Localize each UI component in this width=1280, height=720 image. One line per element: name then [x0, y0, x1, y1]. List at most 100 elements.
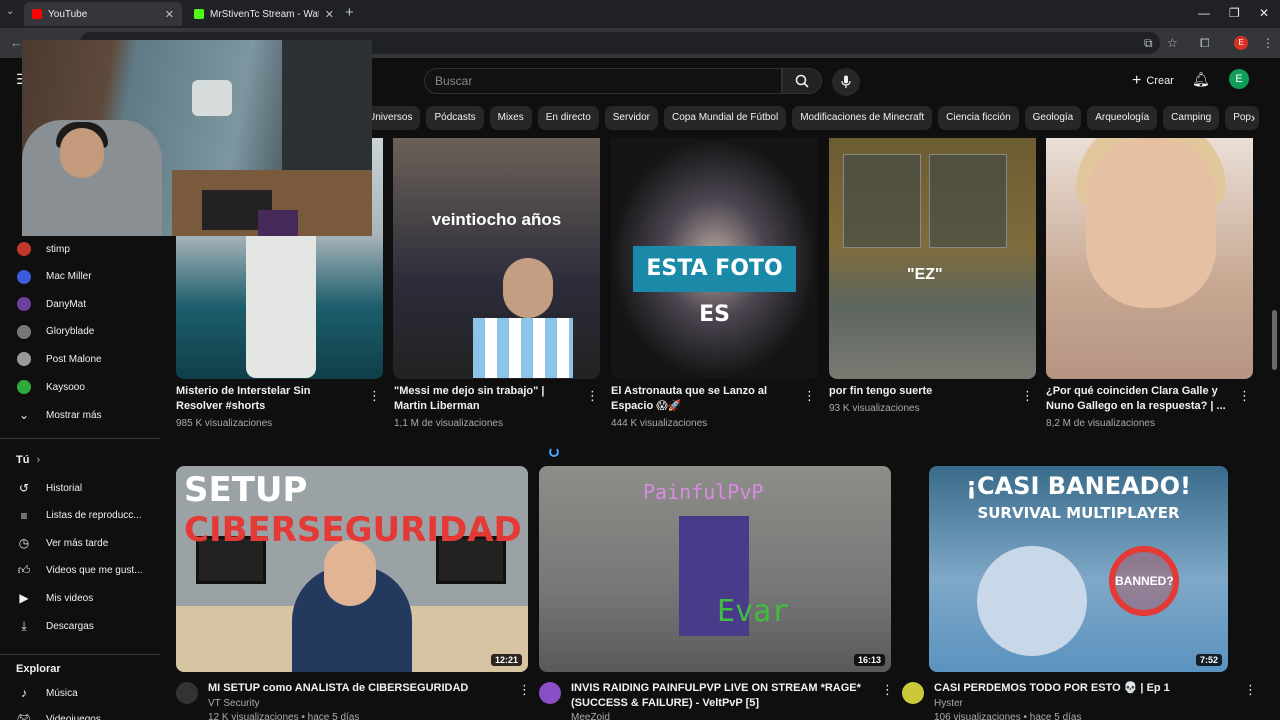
account-avatar[interactable]: E [1229, 69, 1249, 89]
create-button[interactable]: + Crear [1126, 69, 1180, 93]
restore-icon[interactable]: ❐ [1229, 6, 1240, 20]
short-title[interactable]: por fin tengo suerte [829, 384, 1009, 399]
close-tab-icon[interactable]: ✕ [325, 8, 334, 21]
duration-badge: 16:13 [853, 654, 885, 666]
short-thumbnail-3[interactable]: ESTA FOTO ES [611, 138, 818, 379]
create-label: Crear [1146, 75, 1174, 87]
sidebar-explore-heading: Explorar [16, 663, 61, 675]
new-tab-icon[interactable]: + [345, 4, 354, 21]
sidebar-item-label: Mis videos [46, 592, 94, 604]
chip-3[interactable]: En directo [537, 106, 599, 130]
video-thumbnail-2[interactable]: PainfulPvP Evar 16:13 [539, 466, 891, 672]
video-meta: 12 K visualizaciones • hace 5 días [208, 712, 360, 720]
sidebar-item-like[interactable]: 👍︎ Videos que me gust... [0, 558, 160, 584]
video-title[interactable]: INVIS RAIDING PAINFULPVP LIVE ON STREAM … [571, 681, 861, 711]
search-input[interactable]: Buscar [424, 68, 782, 94]
sidebar-item-label: Listas de reproducc... [46, 510, 142, 522]
more-options-icon[interactable]: ⋮ [1244, 682, 1257, 698]
chip-5[interactable]: Copa Mundial de Fútbol [664, 106, 787, 130]
short-thumbnail-5[interactable] [1046, 138, 1253, 379]
sidebar-item-gaming[interactable]: 🎮︎ Videojuegos [0, 706, 160, 720]
sidebar-item-history[interactable]: ↺ Historial [0, 475, 160, 501]
history-icon: ↺ [18, 481, 30, 495]
more-options-icon[interactable]: ⋮ [1021, 388, 1034, 404]
short-title[interactable]: ¿Por qué coinciden Clara Galle y Nuno Ga… [1046, 384, 1226, 414]
chip-2[interactable]: Mixes [489, 106, 532, 130]
channel-avatar [16, 379, 32, 395]
short-title[interactable]: El Astronauta que se Lanzo al Espacio 😱🚀 [611, 384, 791, 414]
short-title[interactable]: "Messi me dejo sin trabajo" | Martin Lib… [394, 384, 574, 414]
sidebar-item-watch-later[interactable]: ◷ Ver más tarde [0, 530, 160, 556]
thumbnail-title-text: SETUP CIBERSEGURIDAD [184, 470, 528, 550]
browser-menu-icon[interactable]: ⋮ [1262, 36, 1274, 50]
sidebar-subscription[interactable]: stimp [0, 236, 160, 262]
duration-badge: 7:52 [1195, 654, 1222, 666]
youtube-favicon-icon [32, 9, 42, 19]
sidebar-item-download[interactable]: ⤓ Descargas [0, 613, 160, 639]
sidebar-subscription[interactable]: Gloryblade [0, 319, 160, 345]
chip-4[interactable]: Servidor [604, 106, 659, 130]
chip-1[interactable]: Pódcasts [426, 106, 484, 130]
chip-9[interactable]: Arqueología [1087, 106, 1158, 130]
channel-name[interactable]: VT Security [208, 697, 260, 711]
webcam-bag [192, 80, 232, 116]
bookmark-star-icon[interactable]: ☆ [1167, 36, 1178, 50]
notifications-bell-icon[interactable]: 🔔︎ [1192, 71, 1210, 88]
channel-avatar[interactable] [902, 682, 924, 704]
sidebar-item-my-videos[interactable]: ▶ Mis videos [0, 585, 160, 611]
cast-icon[interactable]: ⧉ [1144, 36, 1153, 51]
more-options-icon[interactable]: ⋮ [881, 682, 894, 698]
short-thumbnail-4[interactable]: "EZ" [829, 138, 1036, 379]
video-thumbnail-1[interactable]: SETUP CIBERSEGURIDAD 12:21 [176, 466, 528, 672]
more-options-icon[interactable]: ⋮ [803, 388, 816, 404]
chip-6[interactable]: Modificaciones de Minecraft [792, 106, 933, 130]
search-button[interactable] [782, 68, 822, 94]
browser-profile-avatar[interactable]: E [1234, 36, 1248, 50]
tab-youtube[interactable]: YouTube ✕ [24, 2, 182, 26]
channel-avatar [16, 351, 32, 367]
channel-name[interactable]: Hyster [934, 697, 963, 711]
channel-avatar-dot [17, 242, 31, 256]
chip-8[interactable]: Geología [1024, 106, 1082, 130]
sidebar-subscription[interactable]: Mac Miller [0, 264, 160, 290]
sidebar-subscription[interactable]: Post Malone [0, 346, 160, 372]
channel-avatar[interactable] [176, 682, 198, 704]
chip-10[interactable]: Camping [1163, 106, 1220, 130]
loading-spinner-icon [549, 447, 559, 457]
sidebar-show-more[interactable]: ⌄ Mostrar más [0, 402, 160, 428]
short-thumbnail-2[interactable]: veintiocho años [393, 138, 600, 379]
sidebar-item-music[interactable]: ♪ Música [0, 680, 160, 706]
sidebar-item-playlist[interactable]: ≡ Listas de reproducc... [0, 503, 160, 529]
more-options-icon[interactable]: ⋮ [586, 388, 599, 404]
browser-tab-bar: ⌄ YouTube ✕ MrStivenTc Stream - Watch Li… [0, 0, 1280, 28]
more-options-icon[interactable]: ⋮ [518, 682, 531, 698]
page-scrollbar[interactable] [1272, 310, 1277, 370]
chips-next-chevron-icon[interactable]: › [1241, 106, 1265, 130]
sidebar-subscription[interactable]: Kaysooo [0, 374, 160, 400]
short-title[interactable]: Misterio de Interstelar Sin Resolver #sh… [176, 384, 356, 414]
video-title[interactable]: CASI PERDEMOS TODO POR ESTO 💀 | Ep 1 [934, 681, 1224, 696]
voice-search-button[interactable] [832, 68, 860, 96]
video-title[interactable]: MI SETUP como ANALISTA de CIBERSEGURIDAD [208, 681, 498, 696]
channel-avatar[interactable] [539, 682, 561, 704]
tab-stream[interactable]: MrStivenTc Stream - Watch Live ✕ [186, 2, 342, 26]
channel-avatar [16, 241, 32, 257]
extensions-icon[interactable]: ⧠ [1200, 36, 1210, 51]
minimize-icon[interactable]: — [1198, 6, 1210, 20]
thumbnail-caption: veintiocho años [431, 210, 562, 229]
short-views: 985 K visualizaciones [176, 418, 273, 429]
webcam-pc [258, 210, 298, 236]
sidebar-item-label: Mostrar más [46, 409, 102, 421]
channel-name[interactable]: MeeZoid [571, 711, 610, 720]
tab-title: MrStivenTc Stream - Watch Live [210, 8, 319, 20]
channel-avatar-dot [17, 352, 31, 367]
video-thumbnail-3[interactable]: BANNED? ¡CASI BANEADO! SURVIVAL MULTIPLA… [929, 466, 1228, 672]
sidebar-subscription[interactable]: DanyMat [0, 291, 160, 317]
close-tab-icon[interactable]: ✕ [165, 8, 174, 21]
more-options-icon[interactable]: ⋮ [368, 388, 381, 404]
more-options-icon[interactable]: ⋮ [1238, 388, 1251, 404]
close-window-icon[interactable]: ✕ [1259, 6, 1269, 20]
sidebar-you-heading[interactable]: Tú › [16, 454, 40, 466]
chip-7[interactable]: Ciencia ficción [938, 106, 1019, 130]
tab-list-chevron-icon[interactable]: ⌄ [6, 6, 14, 17]
